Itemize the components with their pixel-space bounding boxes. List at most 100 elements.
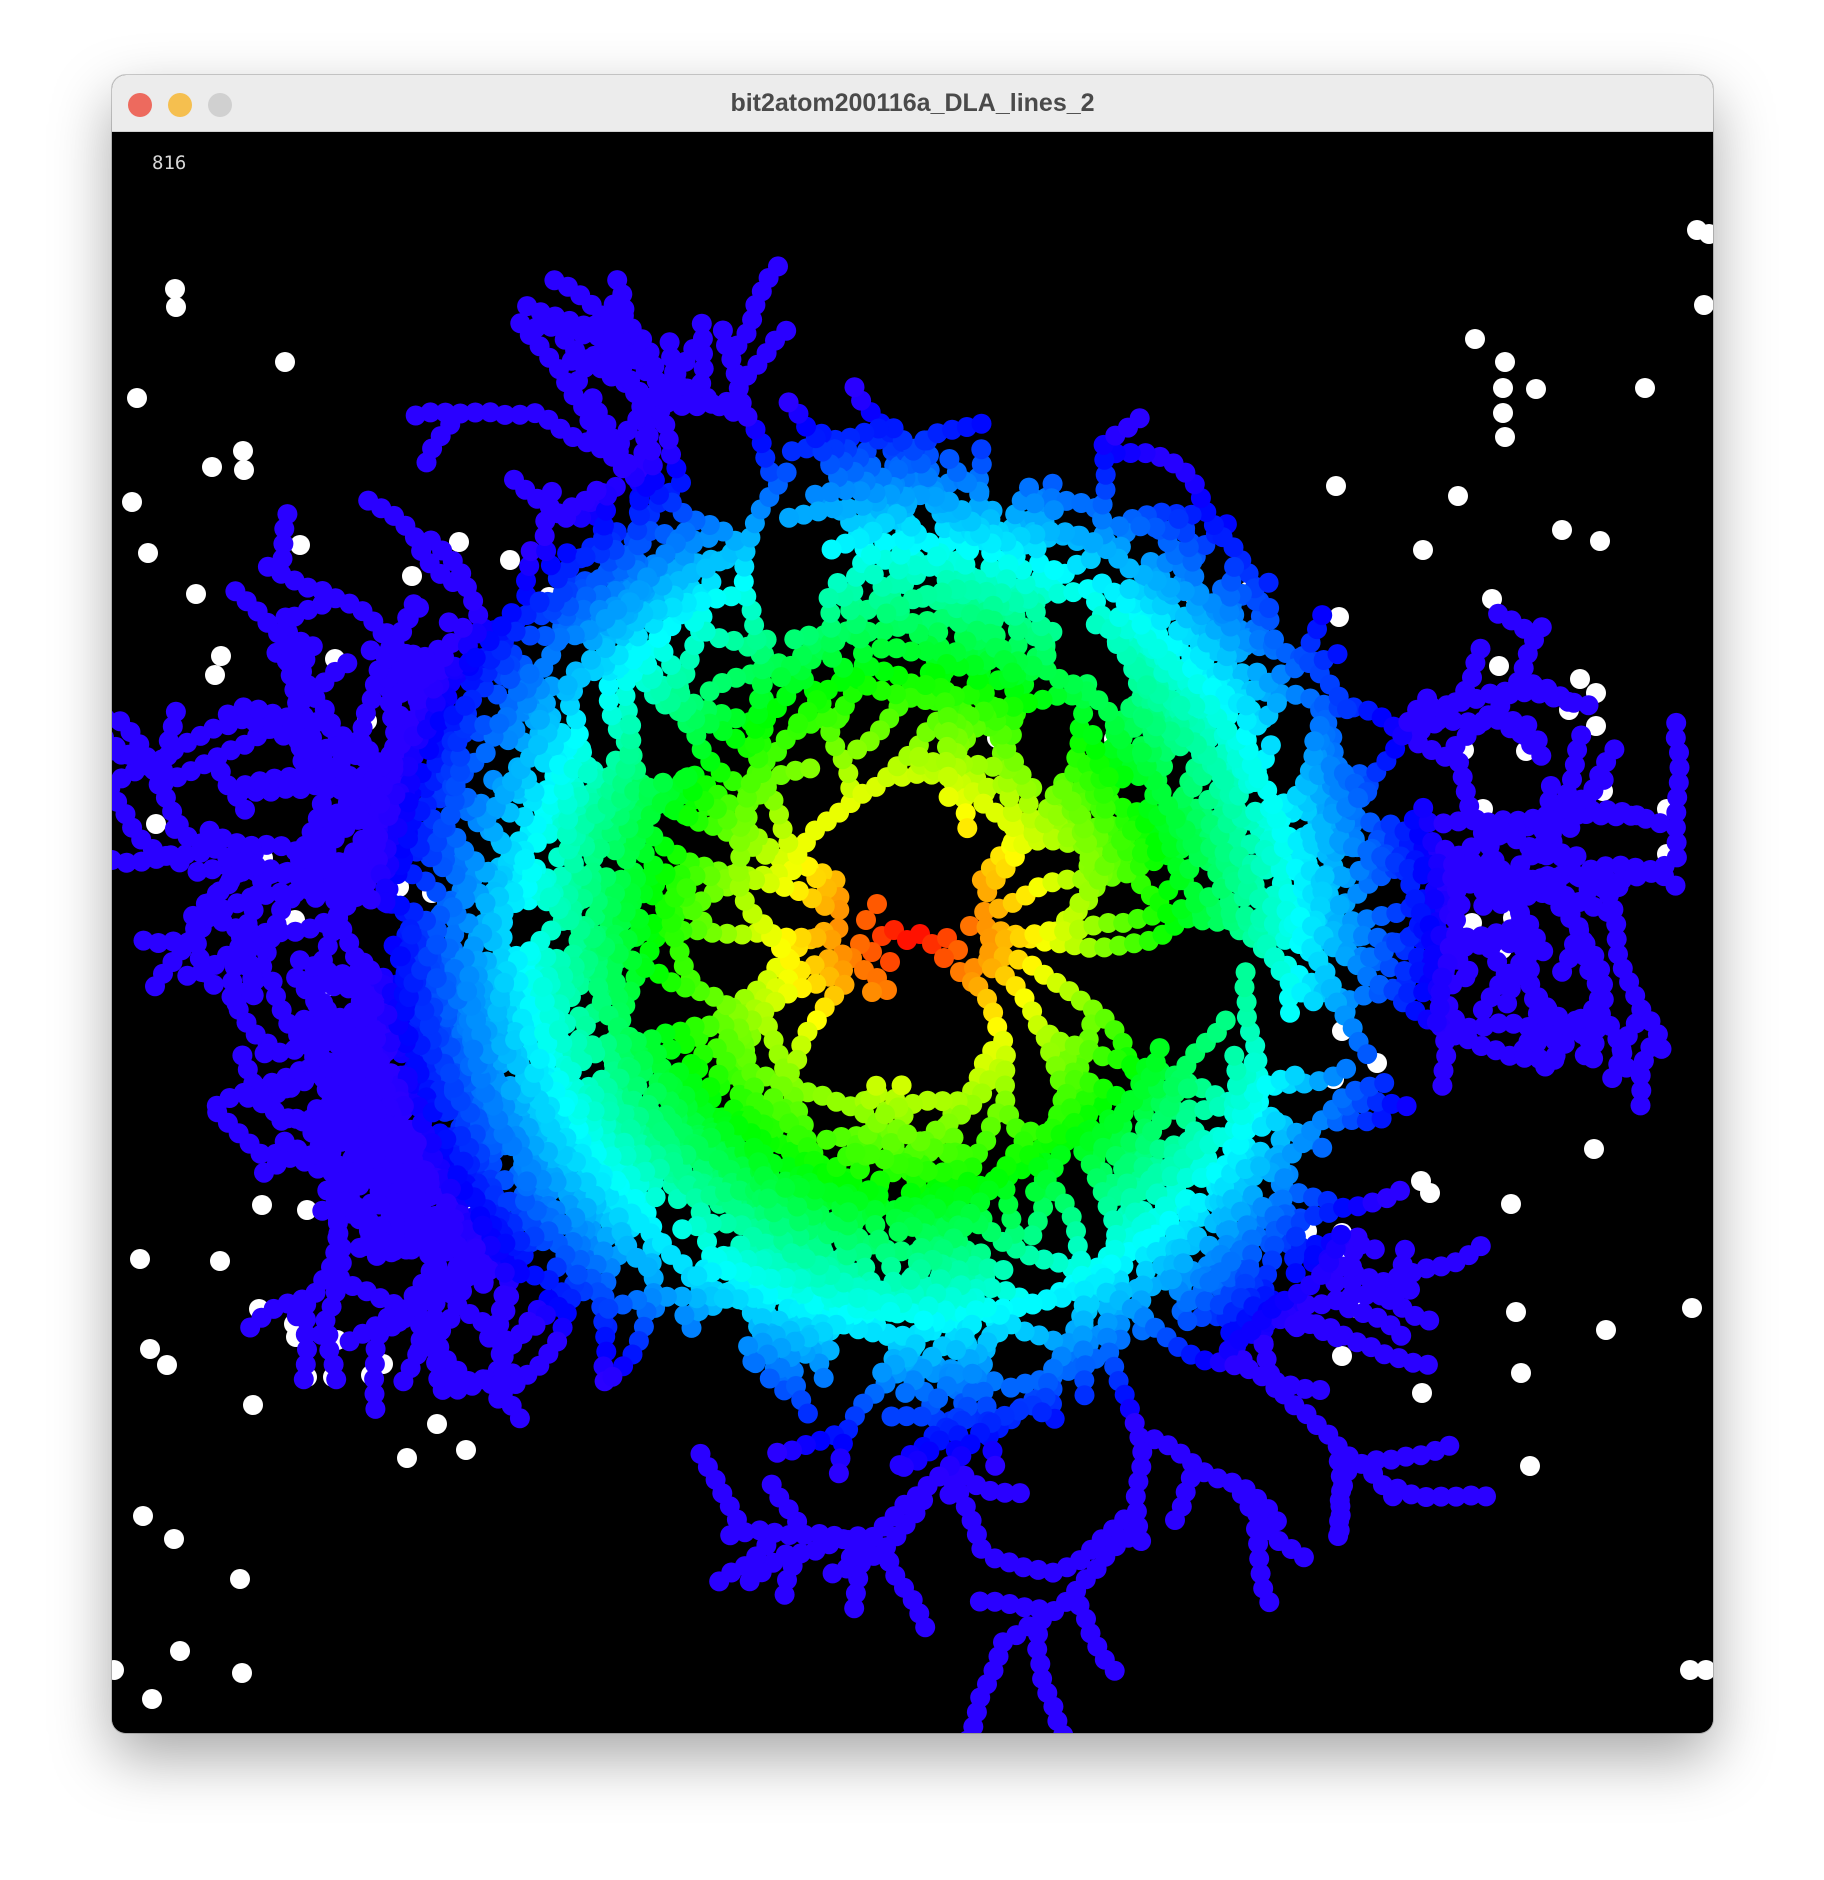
cluster-particle: [335, 1191, 356, 1212]
cluster-particle: [489, 713, 510, 734]
cluster-particle: [393, 1371, 414, 1392]
cluster-particle: [938, 786, 959, 807]
cluster-particle: [390, 946, 411, 967]
cluster-particle: [567, 1264, 588, 1285]
cluster-particle: [509, 1408, 530, 1429]
cluster-particle: [939, 449, 960, 469]
walker-particle: [1694, 295, 1713, 315]
cluster-particle: [867, 894, 887, 914]
dla-drawing: [112, 220, 1713, 1733]
cluster-particle: [235, 775, 256, 796]
walker-particle: [127, 388, 147, 408]
cluster-particle: [813, 1367, 834, 1388]
cluster-particle: [738, 1336, 759, 1357]
walker-particle: [146, 814, 166, 834]
walker-particle: [1493, 403, 1513, 423]
cluster-particle: [557, 543, 578, 564]
title-bar[interactable]: bit2atom200116a_DLA_lines_2: [112, 75, 1713, 132]
cluster-particle: [416, 452, 437, 473]
cluster-particle: [365, 1398, 386, 1419]
cluster-particle: [602, 1366, 623, 1387]
cluster-particle: [475, 893, 496, 913]
walker-particle: [456, 1440, 476, 1460]
walker-particle: [1420, 1183, 1440, 1203]
walker-particle: [232, 1663, 252, 1683]
cluster-particle: [1488, 603, 1509, 624]
cluster-particle: [347, 1061, 368, 1082]
cluster-particle: [800, 758, 821, 779]
cluster-particle: [797, 1403, 818, 1424]
cluster-particle: [818, 588, 839, 608]
walker-particle: [1326, 476, 1346, 496]
cluster-particle: [164, 818, 185, 839]
walker-particle: [205, 665, 225, 685]
cluster-particle: [356, 1235, 377, 1256]
cluster-particle: [323, 875, 343, 896]
cluster-particle: [242, 968, 263, 989]
cluster-particle: [529, 1048, 550, 1069]
cluster-particle: [358, 490, 379, 511]
walker-particle: [275, 352, 295, 372]
walker-particle: [1332, 1346, 1352, 1366]
cluster-particle: [393, 1171, 414, 1192]
cluster-particle: [1024, 493, 1045, 514]
cluster-particle: [598, 1298, 619, 1319]
walker-particle: [140, 1339, 160, 1359]
sketch-canvas[interactable]: 816: [112, 132, 1713, 1733]
cluster-particle: [420, 530, 441, 551]
cluster-particle: [133, 930, 154, 951]
cluster-particle: [586, 480, 607, 501]
cluster-particle: [1044, 560, 1064, 581]
cluster-particle: [225, 581, 246, 602]
cluster-particle: [254, 1162, 274, 1183]
cluster-particle: [934, 948, 954, 968]
walker-particle: [1493, 378, 1513, 398]
cluster-particle: [596, 352, 616, 373]
cluster-particle: [771, 667, 792, 688]
walker-particle: [1501, 1194, 1521, 1214]
cluster-particle: [1578, 695, 1599, 716]
cluster-particle: [289, 950, 310, 971]
cluster-particle: [504, 469, 524, 490]
cluster-particle: [788, 713, 809, 734]
cluster-particle: [326, 736, 347, 757]
walker-particle: [1526, 379, 1546, 399]
walker-particle: [1495, 427, 1515, 447]
walker-particle: [1570, 669, 1590, 689]
cluster-particle: [463, 1039, 484, 1060]
cluster-particle: [776, 462, 797, 483]
cluster-particle: [286, 1306, 307, 1327]
cluster-particle: [312, 1200, 333, 1221]
cluster-particle: [510, 313, 531, 334]
walker-particle: [1635, 378, 1655, 398]
cluster-particle: [1470, 638, 1491, 659]
walker-particle: [142, 1689, 162, 1709]
cluster-particle: [426, 968, 447, 989]
cluster-particle: [909, 746, 929, 767]
cluster-particle: [674, 1305, 695, 1326]
cluster-particle: [203, 974, 224, 995]
cluster-particle: [595, 609, 616, 629]
cluster-particle: [235, 799, 255, 820]
walker-particle: [1682, 1298, 1702, 1318]
walker-particle: [1413, 540, 1433, 560]
cluster-particle: [517, 296, 538, 317]
cluster-particle: [403, 594, 424, 615]
cluster-particle: [740, 773, 761, 794]
walker-particle: [234, 460, 254, 480]
cluster-particle: [240, 1317, 261, 1338]
cluster-particle: [957, 818, 978, 839]
walker-particle: [164, 1529, 184, 1549]
cluster-particle: [310, 1046, 331, 1067]
cluster-particle: [397, 1237, 418, 1258]
cluster-particle: [326, 1369, 347, 1390]
walker-particle: [210, 1251, 230, 1271]
cluster-particle: [674, 769, 694, 790]
cluster-particle: [274, 1131, 295, 1152]
cluster-particle: [532, 976, 553, 997]
walker-particle: [1506, 1302, 1526, 1322]
walker-particle: [1448, 486, 1468, 506]
walker-particle: [449, 532, 469, 552]
walker-particle: [397, 1448, 417, 1468]
cluster-particle: [232, 1045, 253, 1066]
